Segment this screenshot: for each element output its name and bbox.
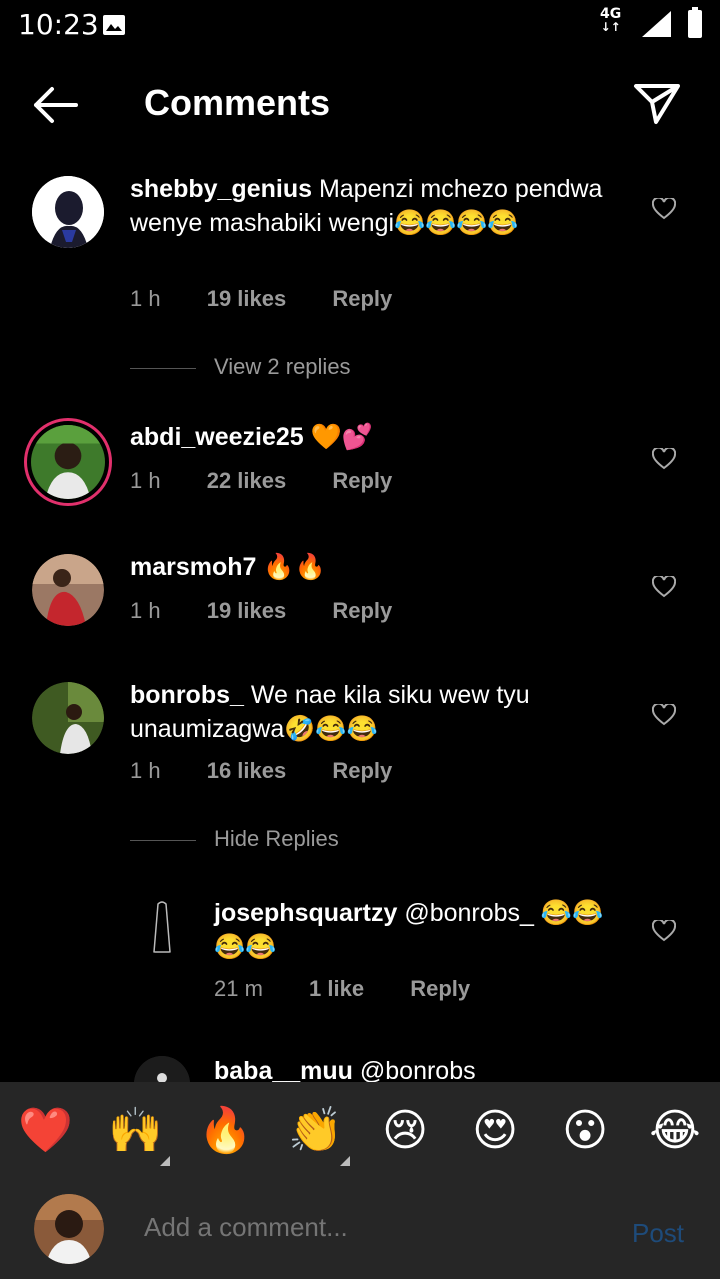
hide-replies-label[interactable]: Hide Replies: [214, 826, 339, 851]
clapping-hands-emoji[interactable]: 👏: [288, 1104, 343, 1158]
comment-body: 🔥🔥: [263, 553, 326, 581]
fire-emoji[interactable]: 🔥: [198, 1104, 253, 1158]
avatar-image: [31, 425, 105, 499]
red-heart-emoji[interactable]: ❤️: [18, 1104, 73, 1158]
divider-line: [130, 839, 196, 841]
comments-header: Comments: [0, 60, 720, 150]
reply-button[interactable]: Reply: [332, 758, 392, 783]
comment-body: 🧡💕: [310, 423, 373, 451]
comment-username[interactable]: abdi_weezie25: [130, 423, 304, 451]
comment-username[interactable]: bonrobs_: [130, 681, 244, 709]
view-replies-toggle[interactable]: View 2 replies: [130, 354, 351, 380]
like-heart-icon[interactable]: [652, 198, 676, 220]
avatar[interactable]: [32, 682, 104, 754]
reply-button[interactable]: Reply: [332, 286, 392, 311]
laughing-tears-emoji[interactable]: 😂: [648, 1104, 702, 1158]
avatar[interactable]: [134, 898, 190, 954]
reply-body: @bonrobs_: [359, 1057, 490, 1085]
reply-username[interactable]: baba__muu: [214, 1057, 353, 1085]
comment-composer: Post: [0, 1182, 720, 1279]
my-avatar: [34, 1194, 104, 1264]
like-heart-icon[interactable]: [652, 704, 676, 726]
status-time: 10:23: [18, 8, 99, 41]
comment-text: bonrobs_ We nae kila siku wew tyu unaumi…: [130, 678, 620, 746]
avatar[interactable]: [32, 554, 104, 626]
network-indicator: 4G ↓↑: [600, 6, 622, 34]
comment-text: shebby_genius Mapenzi mchezo pendwa weny…: [130, 172, 620, 240]
reply-username[interactable]: josephsquartzy: [214, 899, 397, 927]
like-heart-icon[interactable]: [652, 920, 676, 942]
avatar-image: [32, 682, 104, 754]
comment-username[interactable]: marsmoh7: [130, 553, 256, 581]
comment-meta: 1 h 22 likes Reply: [130, 468, 432, 494]
comment-text: abdi_weezie25 🧡💕: [130, 420, 620, 454]
send-icon[interactable]: [632, 80, 682, 126]
reply-text: josephsquartzy @bonrobs_ 😂😂😂😂: [214, 896, 614, 964]
like-heart-icon[interactable]: [652, 576, 676, 598]
comment-input[interactable]: [144, 1212, 584, 1243]
comment-username[interactable]: shebby_genius: [130, 175, 312, 203]
reply-button[interactable]: Reply: [332, 598, 392, 623]
comment-time: 1 h: [130, 598, 161, 623]
comment-time: 1 h: [130, 758, 161, 783]
emoji-reaction-bar: ❤️ 🙌 🔥 👏 😢 😍 😮 😂: [0, 1082, 720, 1182]
comment-meta: 1 h 16 likes Reply: [130, 758, 432, 784]
avatar[interactable]: [24, 418, 112, 506]
like-heart-icon[interactable]: [652, 448, 676, 470]
comment-likes[interactable]: 16 likes: [207, 758, 287, 783]
comment-meta: 1 h 19 likes Reply: [130, 598, 432, 624]
surprised-face-emoji[interactable]: 😮: [558, 1104, 612, 1158]
skin-tone-indicator: [160, 1156, 170, 1166]
avatar-image: [32, 554, 104, 626]
reply-button[interactable]: Reply: [332, 468, 392, 493]
skin-tone-indicator: [340, 1156, 350, 1166]
view-replies-label[interactable]: View 2 replies: [214, 354, 351, 379]
reply-meta: 21 m 1 like Reply: [214, 976, 510, 1002]
signal-icon: [642, 11, 671, 37]
raising-hands-emoji[interactable]: 🙌: [108, 1104, 163, 1158]
avatar-image: [134, 898, 190, 954]
back-arrow-icon[interactable]: [30, 82, 80, 128]
gallery-icon: [103, 15, 125, 35]
comment-likes[interactable]: 19 likes: [207, 286, 287, 311]
battery-icon: [688, 7, 702, 38]
avatar[interactable]: [32, 176, 104, 248]
hide-replies-toggle[interactable]: Hide Replies: [130, 826, 339, 852]
comment-likes[interactable]: 19 likes: [207, 598, 287, 623]
status-bar: 10:23 4G ↓↑: [0, 0, 720, 50]
reply-button[interactable]: Reply: [410, 976, 470, 1001]
reply-likes[interactable]: 1 like: [309, 976, 364, 1001]
comment-likes[interactable]: 22 likes: [207, 468, 287, 493]
comment-meta: 1 h 19 likes Reply: [130, 286, 432, 312]
comment-time: 1 h: [130, 468, 161, 493]
comment-time: 1 h: [130, 286, 161, 311]
avatar-image: [34, 1194, 104, 1264]
heart-eyes-emoji[interactable]: 😍: [468, 1104, 522, 1158]
reply-time: 21 m: [214, 976, 263, 1001]
post-button[interactable]: Post: [632, 1218, 684, 1249]
crying-face-emoji[interactable]: 😢: [378, 1104, 432, 1158]
comment-text: marsmoh7 🔥🔥: [130, 550, 620, 584]
avatar-image: [32, 176, 104, 248]
page-title: Comments: [144, 82, 331, 123]
divider-line: [130, 367, 196, 369]
